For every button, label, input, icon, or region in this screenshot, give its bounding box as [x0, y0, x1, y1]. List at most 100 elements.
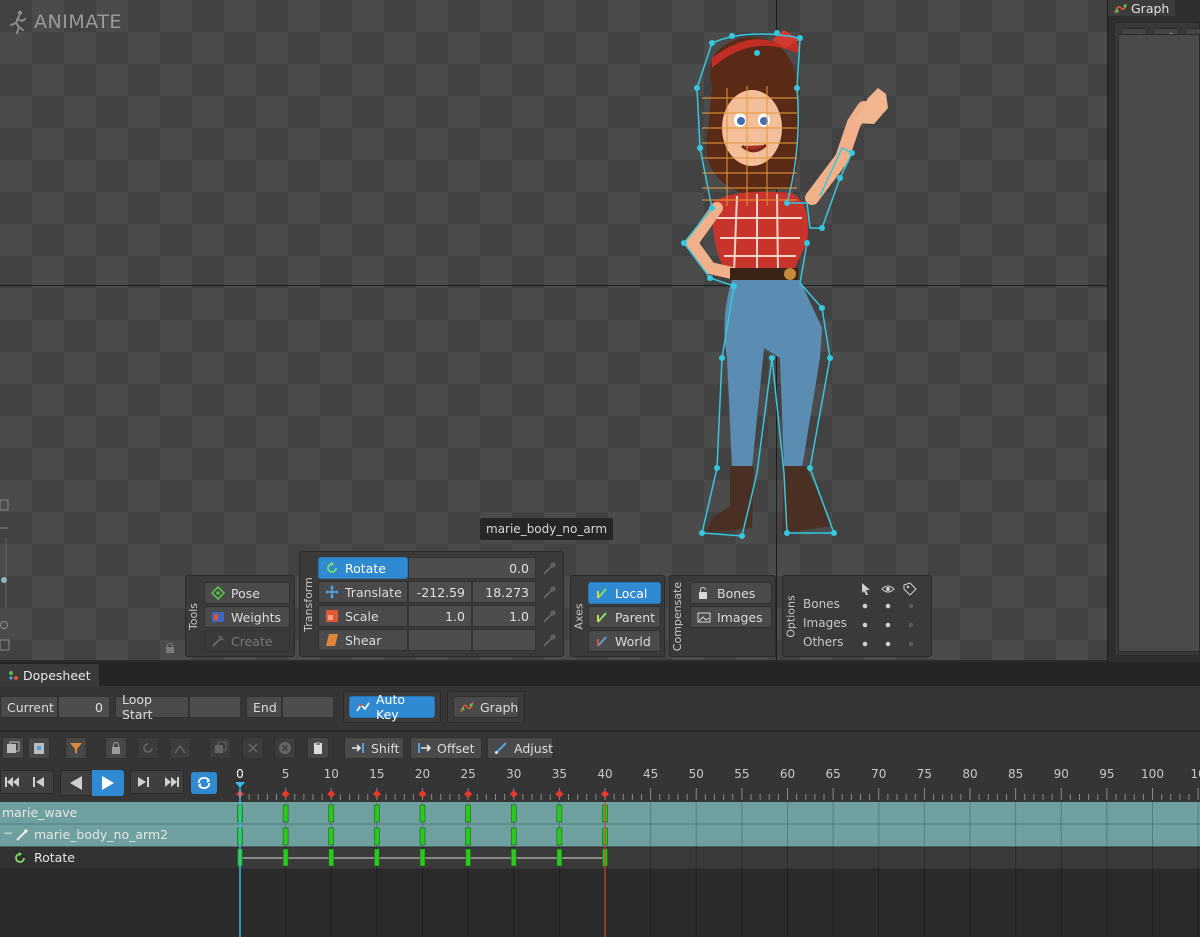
- shear-button[interactable]: Shear: [318, 629, 408, 651]
- duplicate-button[interactable]: [209, 737, 231, 759]
- dopesheet-timeline[interactable]: 0 5 10 15 20 25 30 35 40 45 50 55 60 65 70 75 80 85 90 95 10…: [0, 764, 1200, 937]
- create-button[interactable]: Create: [204, 630, 290, 652]
- graph-button[interactable]: Graph: [453, 696, 519, 718]
- shear-key-icon[interactable]: [542, 634, 556, 648]
- pose-button[interactable]: Pose: [204, 582, 290, 604]
- track-row[interactable]: Rotate: [0, 847, 1200, 869]
- graph-icon: [1114, 3, 1127, 13]
- paste-icon: [34, 743, 44, 754]
- compensate-bones-button[interactable]: Bones: [690, 582, 772, 604]
- copy-keys-button[interactable]: [2, 737, 24, 759]
- parent-axes-button[interactable]: Parent: [588, 606, 661, 628]
- offset-button[interactable]: Offset: [410, 737, 482, 759]
- copy-icon: [7, 741, 20, 753]
- ruler-label: 65: [825, 767, 840, 781]
- end-field[interactable]: [282, 696, 334, 718]
- loop-icon: [143, 743, 153, 753]
- selected-bone-tag: marie_body_no_arm: [480, 518, 614, 540]
- create-bone-icon: [212, 635, 224, 647]
- options-toggle-dots[interactable]: [853, 598, 923, 653]
- dopesheet-icon: [9, 670, 18, 680]
- options-row-images: Images: [803, 616, 847, 630]
- weights-icon: [212, 612, 224, 622]
- translate-key-icon[interactable]: [542, 586, 556, 600]
- dopesheet-tab[interactable]: Dopesheet: [0, 664, 99, 686]
- track-row[interactable]: − marie_body_no_arm2: [0, 824, 1200, 846]
- translate-x-field[interactable]: -212.59: [408, 581, 472, 603]
- shift-icon: [352, 743, 364, 753]
- cut-icon: [248, 743, 258, 753]
- scale-icon: [326, 610, 338, 622]
- compensate-images-button[interactable]: Images: [690, 606, 772, 628]
- clipboard-button[interactable]: [307, 737, 329, 759]
- loop-keys-button[interactable]: [137, 737, 159, 759]
- tools-title: Tools: [187, 602, 201, 630]
- frame-ruler[interactable]: 0 5 10 15 20 25 30 35 40 45 50 55 60 65 70 75 80 85 90 95 10…: [0, 764, 1200, 802]
- translate-y-field[interactable]: 18.273: [472, 581, 536, 603]
- world-axes-button[interactable]: World: [588, 630, 661, 652]
- scale-button[interactable]: Scale: [318, 605, 408, 627]
- interpolate-button[interactable]: [169, 737, 191, 759]
- local-axes-button[interactable]: Local: [588, 582, 661, 604]
- graph-panel: Graph: [1107, 0, 1200, 662]
- track-label-bone: marie_body_no_arm2: [34, 827, 169, 842]
- auto-key-icon: [356, 702, 370, 712]
- viewport[interactable]: ANIMATE marie_body_no_arm Tools Pose Wei…: [0, 0, 1107, 660]
- clipboard-icon: [314, 742, 322, 754]
- end-label: End: [246, 696, 282, 718]
- options-title: Options: [784, 594, 798, 638]
- rotate-icon: [327, 561, 337, 573]
- delete-button[interactable]: [274, 737, 296, 759]
- current-frame-field[interactable]: 0: [58, 696, 110, 718]
- scale-y-field[interactable]: 1.0: [472, 605, 536, 627]
- adjust-button[interactable]: Adjust: [487, 737, 553, 759]
- mode-label: ANIMATE: [8, 10, 122, 34]
- shear-icon: [326, 634, 338, 646]
- ruler-label: 70: [871, 767, 886, 781]
- tools-panel: Tools Pose Weights Create: [185, 575, 295, 657]
- shift-button[interactable]: Shift: [344, 737, 404, 759]
- lock-icon[interactable]: [164, 642, 176, 654]
- dopesheet-toolbar-frames: Current 0 Loop Start End Auto Key Graph: [0, 686, 1200, 730]
- delete-icon: [279, 742, 291, 754]
- shear-x-field[interactable]: [408, 629, 472, 651]
- running-figure-icon: [10, 10, 26, 34]
- scale-key-icon[interactable]: [542, 610, 556, 624]
- tag-icon: [903, 582, 917, 596]
- lock-keys-button[interactable]: [105, 737, 127, 759]
- scale-x-field[interactable]: 1.0: [408, 605, 472, 627]
- graph-area[interactable]: [1118, 34, 1200, 652]
- translate-button[interactable]: Translate: [318, 581, 408, 603]
- rotate-key-icon[interactable]: [542, 562, 556, 576]
- collapse-icon[interactable]: −: [3, 826, 13, 840]
- rotate-button[interactable]: Rotate: [318, 557, 408, 579]
- ruler-label: 95: [1099, 767, 1114, 781]
- track-label-marie-wave: marie_wave: [2, 805, 78, 820]
- bone-icon: [16, 829, 28, 841]
- filter-icon: [70, 743, 82, 754]
- paste-keys-button[interactable]: [28, 737, 50, 759]
- eye-icon: [881, 585, 895, 593]
- character-rig[interactable]: [672, 28, 922, 548]
- dopesheet-toolbar-tools: Shift Offset Adjust: [0, 732, 1200, 764]
- ruler-label: 25: [460, 767, 475, 781]
- track-row[interactable]: marie_wave: [0, 802, 1200, 824]
- filter-button[interactable]: [65, 737, 87, 759]
- auto-key-button[interactable]: Auto Key: [349, 692, 435, 722]
- local-axes-icon: [597, 588, 607, 599]
- bones-lock-icon: [699, 587, 707, 599]
- loop-start-field[interactable]: [189, 696, 241, 718]
- ruler-label: 20: [415, 767, 430, 781]
- rotate-value-field[interactable]: 0.0: [408, 557, 536, 579]
- images-lock-icon: [697, 612, 711, 623]
- ruler-label: 90: [1054, 767, 1069, 781]
- shear-y-field[interactable]: [472, 629, 536, 651]
- cut-button[interactable]: [242, 737, 264, 759]
- world-axes-icon: [597, 636, 607, 647]
- weights-button[interactable]: Weights: [204, 606, 290, 628]
- offset-icon: [418, 743, 431, 753]
- rotate-track-icon: [15, 852, 25, 863]
- graph-tab[interactable]: Graph: [1108, 0, 1176, 16]
- ruler-label: 10: [324, 767, 339, 781]
- ruler-label: 45: [643, 767, 658, 781]
